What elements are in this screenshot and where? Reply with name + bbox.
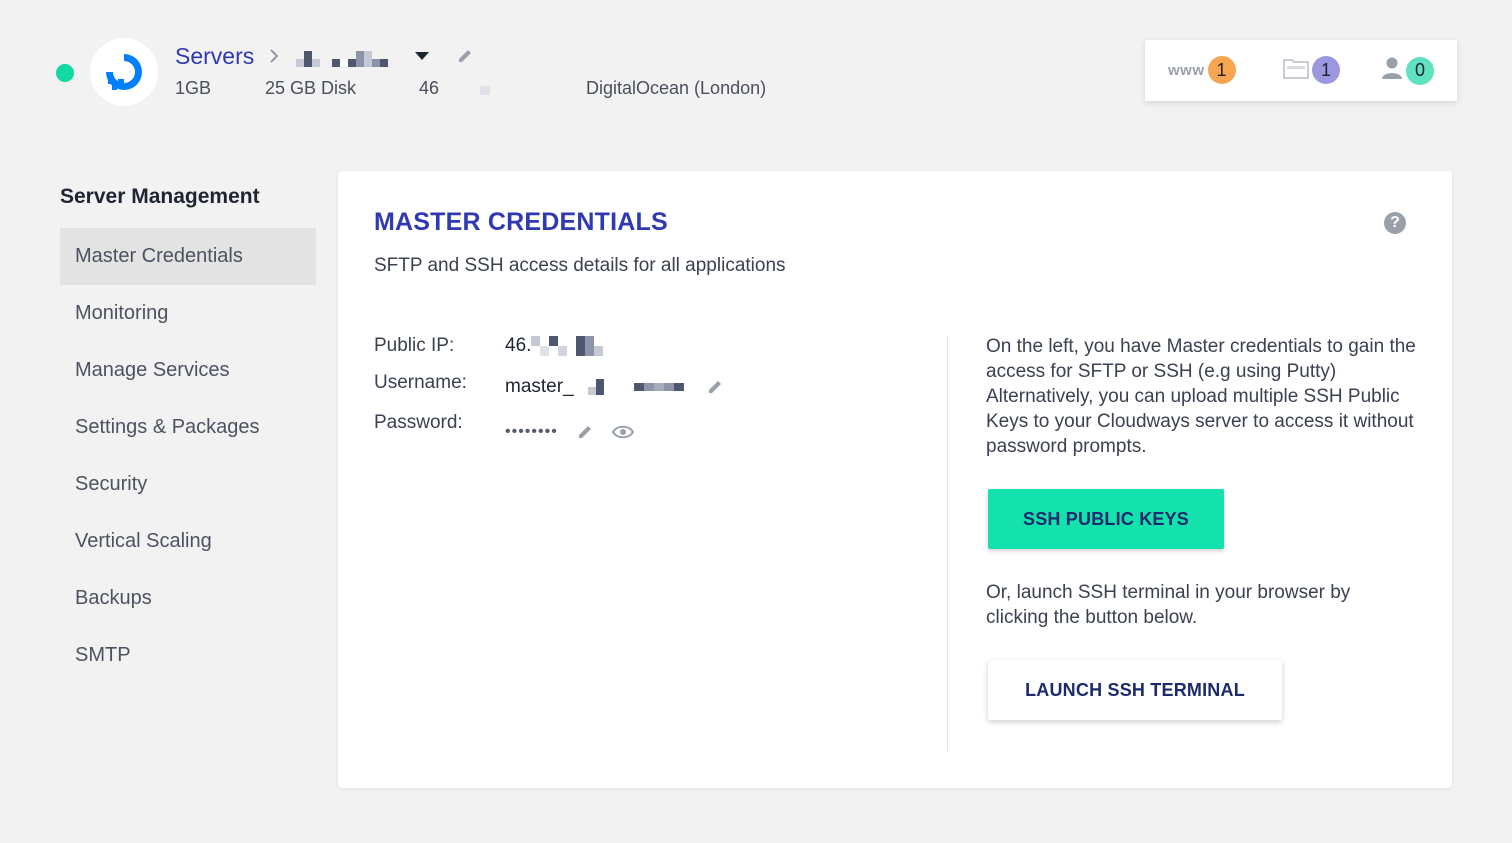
projects-count-badge: 1 <box>1312 56 1340 84</box>
page-subtitle: SFTP and SSH access details for all appl… <box>374 255 786 276</box>
username-redacted-2 <box>633 383 684 391</box>
user-icon <box>1381 56 1403 85</box>
caret-down-icon[interactable] <box>414 51 430 61</box>
ssh-terminal-description: Or, launch SSH terminal in your browser … <box>986 582 1351 628</box>
launch-ssh-terminal-button[interactable]: LAUNCH SSH TERMINAL <box>988 660 1282 720</box>
public-ip-redacted <box>531 336 604 356</box>
public-ip-field[interactable]: 46. <box>505 335 604 357</box>
server-location: DigitalOcean (London) <box>586 78 767 98</box>
sidebar-item-vertical-scaling[interactable]: Vertical Scaling <box>60 513 316 570</box>
sidebar-item-monitoring[interactable]: Monitoring <box>60 285 316 342</box>
password-label: Password: <box>374 412 463 433</box>
server-counters-panel: www 1 1 0 <box>1145 40 1457 101</box>
server-status-indicator <box>56 64 74 82</box>
show-password-eye-icon[interactable] <box>611 425 634 439</box>
sidebar-title: Server Management <box>60 185 260 208</box>
chevron-right-icon <box>268 48 280 64</box>
breadcrumb-servers-link[interactable]: Servers <box>175 43 254 70</box>
sidebar-item-security[interactable]: Security <box>60 456 316 513</box>
sidebar-item-manage-services[interactable]: Manage Services <box>60 342 316 399</box>
public-ip-label: Public IP: <box>374 335 455 356</box>
edit-username-icon[interactable] <box>706 378 724 396</box>
team-count-badge: 0 <box>1406 56 1434 85</box>
username-label: Username: <box>374 372 467 393</box>
server-ram: 1GB <box>175 78 212 98</box>
username-value: master_ <box>505 376 574 397</box>
server-disk: 25 GB Disk <box>265 78 357 98</box>
ssh-keys-description: On the left, you have Master credentials… <box>986 336 1416 457</box>
apps-counter[interactable]: www 1 <box>1168 56 1236 84</box>
sidebar-item-backups[interactable]: Backups <box>60 570 316 627</box>
folder-icon <box>1283 57 1309 84</box>
www-icon: www <box>1168 61 1205 79</box>
apps-count-badge: 1 <box>1207 56 1236 84</box>
team-counter[interactable]: 0 <box>1381 56 1434 85</box>
server-ip-prefix: 46 <box>419 78 440 98</box>
username-redacted <box>587 379 604 395</box>
sidebar-menu: Master Credentials Monitoring Manage Ser… <box>60 228 316 684</box>
sidebar-item-master-credentials[interactable]: Master Credentials <box>60 228 316 285</box>
ssh-public-keys-button[interactable]: SSH PUBLIC KEYS <box>988 489 1224 549</box>
password-field[interactable]: •••••••• <box>505 423 634 441</box>
vertical-divider <box>947 335 948 751</box>
edit-password-icon[interactable] <box>576 423 594 441</box>
page-title: MASTER CREDENTIALS <box>374 208 668 236</box>
sidebar-item-smtp[interactable]: SMTP <box>60 627 316 684</box>
digitalocean-logo-icon <box>90 38 158 106</box>
help-icon[interactable]: ? <box>1384 212 1406 234</box>
server-name-redacted <box>296 45 389 67</box>
public-ip-value: 46. <box>505 335 532 356</box>
projects-counter[interactable]: 1 <box>1283 56 1340 84</box>
sidebar-item-settings-packages[interactable]: Settings & Packages <box>60 399 316 456</box>
username-field[interactable]: master_ <box>505 376 724 398</box>
master-credentials-card: MASTER CREDENTIALS ? SFTP and SSH access… <box>338 171 1452 788</box>
password-value: •••••••• <box>505 423 558 440</box>
edit-server-name-icon[interactable] <box>456 47 474 65</box>
